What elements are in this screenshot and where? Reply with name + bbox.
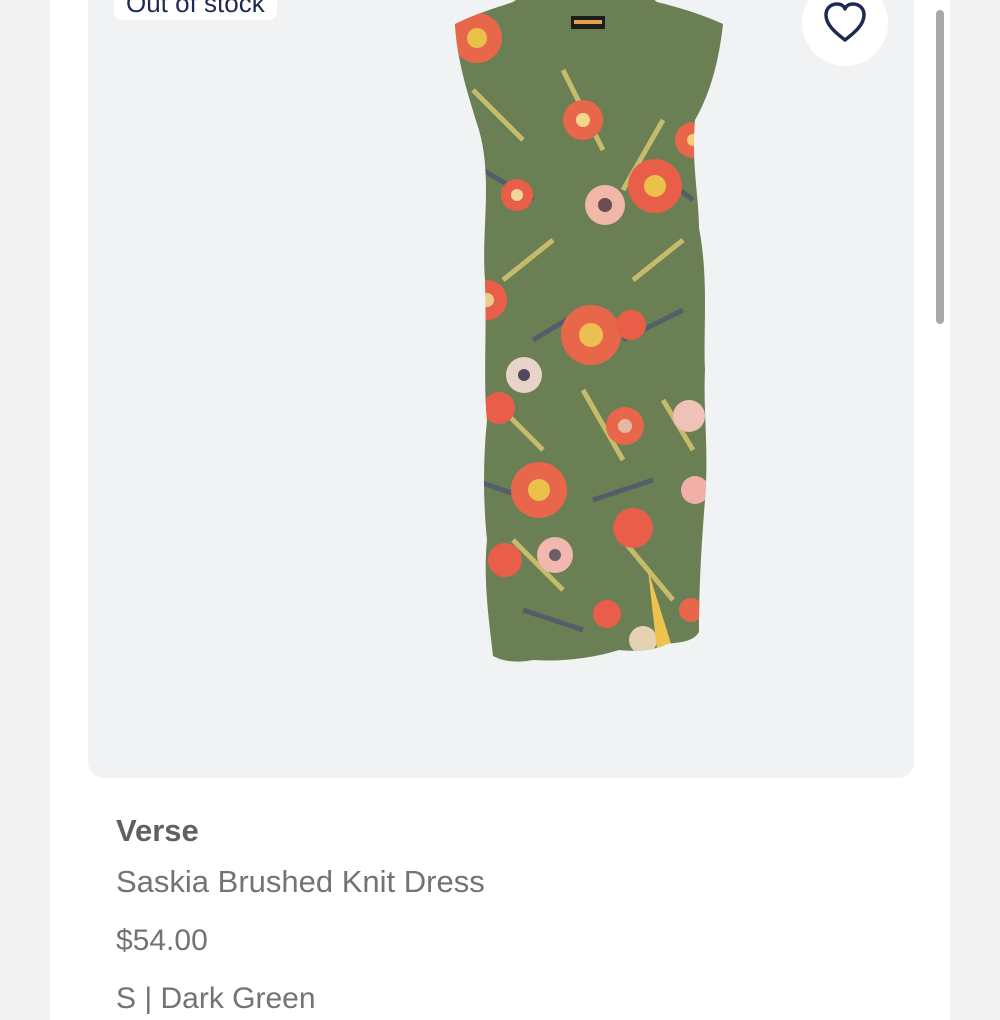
dress-print: [455, 0, 723, 662]
product-image-panel[interactable]: [88, 0, 914, 778]
product-price: $54.00: [116, 924, 208, 957]
product-screen: Out of stock Verse Saskia Brushed Knit D…: [0, 0, 1000, 1020]
product-image: [455, 0, 723, 662]
vertical-scrollbar[interactable]: [936, 10, 944, 324]
product-name[interactable]: Saskia Brushed Knit Dress: [116, 864, 485, 900]
out-of-stock-badge: Out of stock: [114, 0, 277, 20]
brand-name: Verse: [116, 813, 199, 848]
heart-icon: [824, 2, 866, 42]
size-color-variant: S | Dark Green: [116, 982, 316, 1015]
